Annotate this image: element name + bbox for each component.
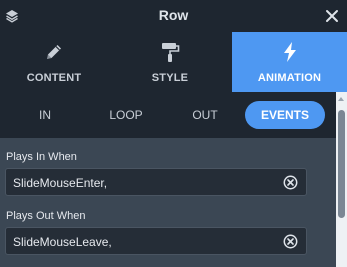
tab-style-label: STYLE	[151, 72, 189, 84]
subtab-events[interactable]: EVENTS	[245, 101, 325, 129]
events-content: Plays In When SlideMouseEnter, Plays Out…	[0, 138, 336, 267]
subtab-loop[interactable]: LOOP	[98, 101, 154, 129]
plays-in-field[interactable]: SlideMouseEnter,	[5, 168, 307, 196]
clear-circle-icon[interactable]	[283, 234, 298, 249]
plays-out-field[interactable]: SlideMouseLeave,	[5, 227, 307, 255]
tab-content[interactable]: CONTENT	[0, 32, 108, 92]
tab-animation[interactable]: ANIMATION	[232, 32, 347, 92]
lightning-bolt-icon	[283, 42, 296, 62]
row-settings-panel: Row CONTENT STYLE ANIMATION IN LOOP OUT …	[0, 0, 347, 267]
plays-in-value: SlideMouseEnter,	[13, 176, 108, 190]
subtab-in[interactable]: IN	[22, 101, 68, 129]
pencil-icon	[47, 45, 61, 59]
close-icon[interactable]	[324, 8, 340, 24]
subtab-out[interactable]: OUT	[180, 101, 230, 129]
plays-in-label: Plays In When	[6, 151, 77, 163]
tab-style[interactable]: STYLE	[108, 32, 232, 92]
main-tabs: CONTENT STYLE ANIMATION	[0, 32, 347, 92]
paint-roller-icon	[162, 43, 180, 62]
plays-out-value: SlideMouseLeave,	[13, 235, 112, 249]
title-bar: Row	[0, 0, 347, 32]
clear-circle-icon[interactable]	[283, 175, 298, 190]
scroll-up-arrow-icon[interactable]	[338, 97, 344, 101]
scrollbar-thumb[interactable]	[338, 110, 345, 218]
plays-out-label: Plays Out When	[6, 210, 86, 222]
animation-sub-tabs: IN LOOP OUT EVENTS	[0, 92, 347, 138]
tab-animation-label: ANIMATION	[257, 72, 322, 84]
panel-title: Row	[158, 7, 189, 23]
tab-content-label: CONTENT	[26, 72, 82, 84]
